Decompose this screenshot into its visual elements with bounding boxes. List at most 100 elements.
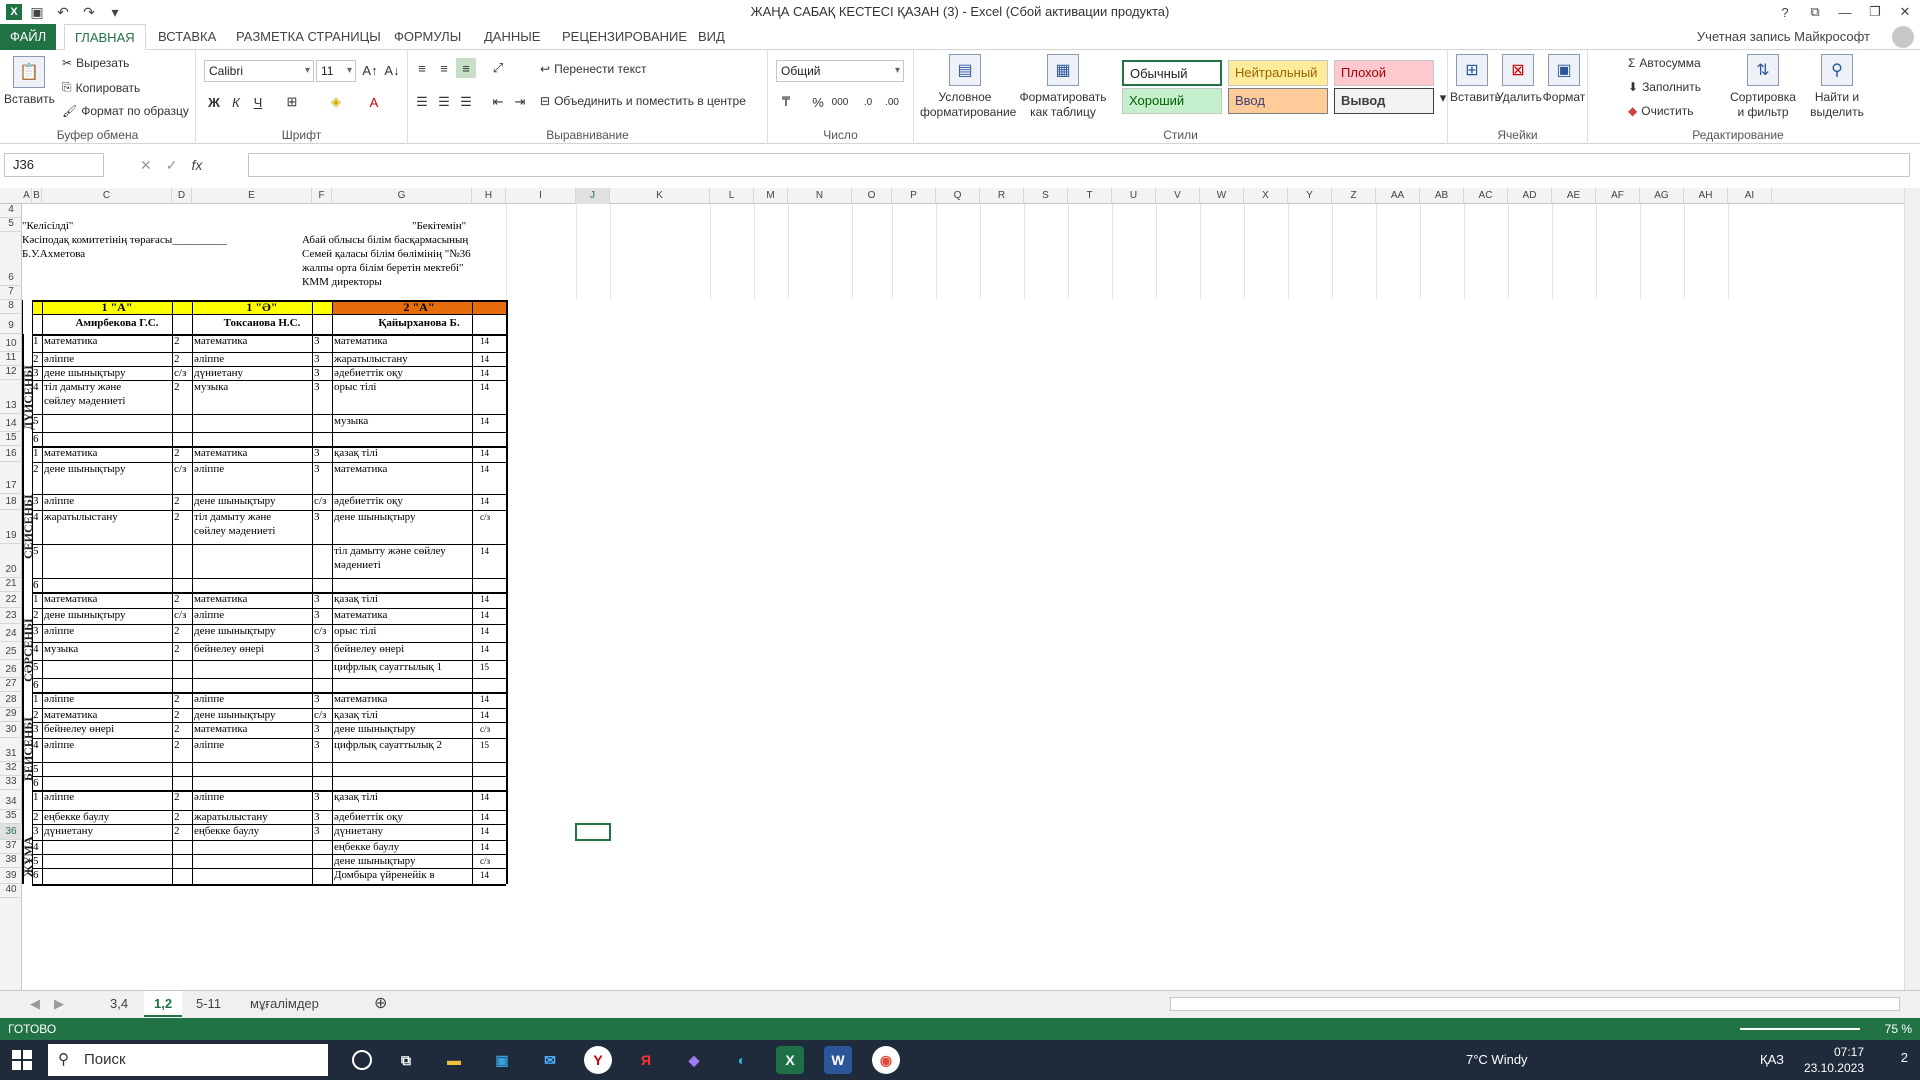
tab-formulas[interactable]: ФОРМУЛЫ	[384, 24, 471, 50]
room-cell[interactable]: 14	[480, 609, 489, 622]
cancel-icon[interactable]: ✕	[140, 153, 152, 177]
language-indicator[interactable]: ҚАЗ	[1760, 1052, 1784, 1067]
subject-cell[interactable]: әліппе	[44, 625, 172, 638]
spreadsheet-grid[interactable]: A B C D E F G H I J K L M N O P Q R S T U V W X Y Z AA AB AC AD AE AF AG…	[0, 188, 1904, 990]
room-cell[interactable]: 15	[480, 739, 489, 752]
tab-data[interactable]: ДАННЫЕ	[474, 24, 550, 50]
merge-center-button[interactable]: ⊟ Объединить и поместить в центре	[540, 94, 746, 108]
clock[interactable]: 07:17 23.10.2023	[1804, 1044, 1864, 1076]
row-header[interactable]: 34	[0, 790, 22, 810]
account-name[interactable]: Учетная запись Майкрософт	[1697, 24, 1870, 50]
room-cell[interactable]: 14	[480, 415, 489, 428]
subject-cell[interactable]: математика	[334, 335, 472, 348]
row-header[interactable]: 23	[0, 608, 22, 624]
subject-cell[interactable]: әліппе	[44, 495, 172, 508]
subject-cell[interactable]: әліппе	[194, 353, 312, 366]
room-cell[interactable]: 3	[314, 739, 320, 752]
row-header[interactable]: 11	[0, 352, 22, 366]
room-cell[interactable]: 14	[480, 869, 489, 882]
subject-cell[interactable]: тіл дамыту және сөйлеу	[334, 545, 472, 558]
add-sheet-icon[interactable]: ⊕	[364, 991, 397, 1017]
room-cell[interactable]: 14	[480, 463, 489, 476]
subject-cell[interactable]: жаратылыстану	[194, 811, 312, 824]
subject-cell[interactable]: музыка	[44, 643, 172, 656]
row-header[interactable]: 19	[0, 510, 22, 544]
row-header[interactable]: 17	[0, 462, 22, 494]
room-cell[interactable]: 3	[314, 643, 320, 656]
room-cell[interactable]: 2	[174, 593, 180, 606]
column-header[interactable]: AG	[1640, 188, 1684, 204]
column-header[interactable]: X	[1244, 188, 1288, 204]
subject-cell[interactable]: дене шынықтыру	[194, 625, 312, 638]
minimize-icon[interactable]: —	[1830, 0, 1860, 24]
column-header[interactable]: AE	[1552, 188, 1596, 204]
room-cell[interactable]: 3	[314, 723, 320, 736]
font-name-select[interactable]: Calibri	[204, 60, 314, 82]
column-header[interactable]: AH	[1684, 188, 1728, 204]
mail-icon[interactable]: ✉	[536, 1046, 564, 1074]
subject-cell[interactable]: әдебиеттік оқу	[334, 495, 472, 508]
column-header[interactable]: I	[506, 188, 576, 204]
style-bad[interactable]: Плохой	[1334, 60, 1434, 86]
room-cell[interactable]: 14	[480, 353, 489, 366]
subject-cell[interactable]: математика	[194, 335, 312, 348]
row-header[interactable]: 25	[0, 642, 22, 660]
row-header[interactable]: 28	[0, 692, 22, 708]
room-cell[interactable]: 14	[480, 545, 489, 558]
subject-cell[interactable]: әліппе	[44, 739, 172, 752]
row-header[interactable]: 20	[0, 544, 22, 578]
room-cell[interactable]: 2	[174, 447, 180, 460]
style-input[interactable]: Ввод	[1228, 88, 1328, 114]
room-cell[interactable]: 14	[480, 693, 489, 706]
room-cell[interactable]: 3	[314, 609, 320, 622]
column-header[interactable]: N	[788, 188, 852, 204]
tab-review[interactable]: РЕЦЕНЗИРОВАНИЕ	[552, 24, 697, 50]
column-header[interactable]: R	[980, 188, 1024, 204]
row-header[interactable]: 30	[0, 722, 22, 738]
windows-start-icon[interactable]	[12, 1050, 32, 1070]
font-color-icon[interactable]: A	[364, 92, 384, 112]
room-cell[interactable]: с/з	[174, 609, 186, 622]
column-header[interactable]: AB	[1420, 188, 1464, 204]
column-header[interactable]: AF	[1596, 188, 1640, 204]
orientation-icon[interactable]: ⤢	[488, 58, 508, 78]
file-explorer-icon[interactable]: ▬	[440, 1046, 468, 1074]
subject-cell[interactable]: Домбыра үйренейік в	[334, 869, 472, 882]
room-cell[interactable]: 2	[174, 511, 180, 524]
subject-cell[interactable]: қазақ тілі	[334, 709, 472, 722]
subject-cell[interactable]: математика	[44, 447, 172, 460]
formula-input[interactable]	[248, 153, 1910, 177]
tab-insert[interactable]: ВСТАВКА	[148, 24, 226, 50]
subject-cell[interactable]: әліппе	[194, 693, 312, 706]
italic-icon[interactable]: К	[226, 92, 246, 112]
column-header[interactable]: E	[192, 188, 312, 204]
increase-decimal-icon[interactable]: .0	[858, 92, 878, 112]
subject-cell[interactable]: дүниетану	[194, 367, 312, 380]
store-icon[interactable]: ▣	[488, 1046, 516, 1074]
room-cell[interactable]: 2	[174, 625, 180, 638]
subject-cell[interactable]: әліппе	[194, 739, 312, 752]
column-header[interactable]: L	[710, 188, 754, 204]
subject-cell[interactable]: цифрлық сауаттылық 2	[334, 739, 472, 752]
increase-indent-icon[interactable]: ⇥	[510, 92, 530, 112]
room-cell[interactable]: 3	[314, 791, 320, 804]
room-cell[interactable]: 2	[174, 335, 180, 348]
taskbar-search[interactable]: ⚲ Поиск	[48, 1044, 328, 1076]
word-taskbar-icon[interactable]: W	[824, 1046, 852, 1074]
autosum-button[interactable]: Σ Автосумма	[1628, 56, 1701, 70]
zoom-level[interactable]: 75 %	[1885, 1022, 1912, 1036]
room-cell[interactable]: 3	[314, 447, 320, 460]
sheet-tab[interactable]: 3,4	[100, 991, 138, 1017]
subject-cell[interactable]: тіл дамыту және	[194, 511, 312, 524]
row-header[interactable]: 26	[0, 660, 22, 678]
cortana-icon[interactable]	[352, 1050, 372, 1070]
row-header[interactable]: 4	[0, 204, 22, 218]
bold-icon[interactable]: Ж	[204, 92, 224, 112]
format-cells-button[interactable]: ▣ Формат	[1542, 54, 1586, 105]
column-header[interactable]: D	[172, 188, 192, 204]
room-cell[interactable]: с/з	[480, 855, 490, 868]
row-header[interactable]: 21	[0, 578, 22, 592]
borders-icon[interactable]: ⊞	[282, 92, 302, 112]
subject-cell[interactable]: математика	[44, 593, 172, 606]
number-format-select[interactable]: Общий	[776, 60, 904, 82]
